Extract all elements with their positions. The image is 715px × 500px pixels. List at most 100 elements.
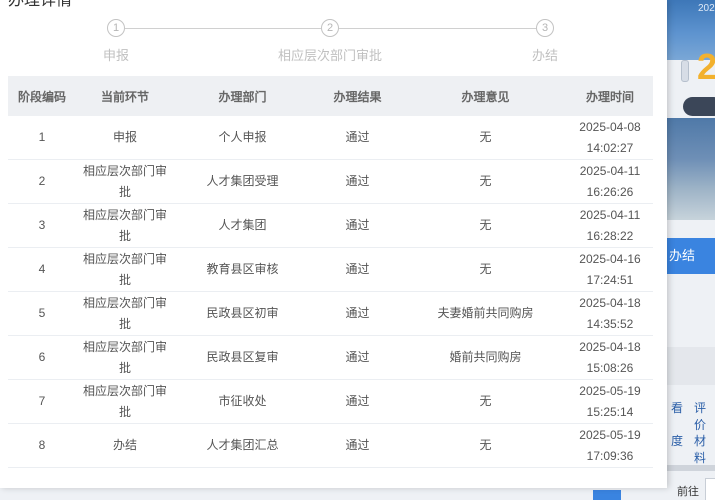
cell-date-text: 2025-04-18 — [579, 339, 641, 354]
cell-department: 民政县区复审 — [174, 335, 311, 380]
step-3-label: 办结 — [531, 48, 559, 63]
table-row: 6 相应层次部门审批 民政县区复审 通过 婚前共同购房 2025-04-18 15… — [8, 335, 653, 380]
table-header-row: 阶段编码 当前环节 办理部门 办理结果 办理意见 办理时间 — [8, 76, 653, 116]
cell-opinion: 无 — [404, 203, 567, 248]
cell-opinion: 无 — [404, 379, 567, 424]
cell-time-text: 14:02:27 — [586, 140, 634, 155]
step-1-circle: 1 — [107, 19, 125, 37]
cell-result: 通过 — [311, 247, 404, 292]
cell-result: 通过 — [311, 116, 404, 160]
cell-time: 2025-05-19 15:25:14 — [567, 379, 653, 424]
cell-code: 6 — [8, 335, 76, 380]
cell-stage: 相应层次部门审批 — [76, 247, 174, 292]
details-dialog: 办理详情 1 2 3 申报 相应层次部门审批 办结 阶段编码 当前环节 办理部门… — [0, 0, 667, 488]
background-scrollbar[interactable] — [667, 465, 715, 471]
cell-opinion: 无 — [404, 423, 567, 468]
cell-code: 7 — [8, 379, 76, 424]
cell-department: 人才集团受理 — [174, 159, 311, 204]
background-goto-input[interactable] — [705, 478, 715, 500]
table-row: 2 相应层次部门审批 人才集团受理 通过 无 2025-04-11 16:26:2… — [8, 159, 653, 204]
cell-department: 个人申报 — [174, 116, 311, 160]
cell-result: 通过 — [311, 335, 404, 380]
column-header-opinion: 办理意见 — [404, 76, 567, 116]
cell-department: 人才集团 — [174, 203, 311, 248]
column-header-department: 办理部门 — [174, 76, 311, 116]
cell-stage: 相应层次部门审批 — [76, 335, 174, 380]
cell-opinion: 无 — [404, 159, 567, 204]
cell-time-text: 14:35:52 — [586, 316, 634, 331]
cell-time: 2025-05-19 17:09:36 — [567, 423, 653, 468]
cell-result: 通过 — [311, 423, 404, 468]
background-pill — [683, 97, 715, 116]
step-3-circle: 3 — [536, 19, 554, 37]
column-header-code: 阶段编码 — [8, 76, 76, 116]
table-row: 4 相应层次部门审批 教育县区审核 通过 无 2025-04-16 17:24:5… — [8, 247, 653, 292]
table-row: 7 相应层次部门审批 市征收处 通过 无 2025-05-19 15:25:14 — [8, 379, 653, 424]
cell-department: 教育县区审核 — [174, 247, 311, 292]
cell-time-text: 17:09:36 — [586, 448, 634, 463]
background-goto-label: 前往 — [677, 486, 699, 498]
cell-department: 市征收处 — [174, 379, 311, 424]
column-header-stage: 当前环节 — [76, 76, 174, 116]
background-picture — [667, 118, 715, 220]
table-row: 5 相应层次部门审批 民政县区初审 通过 夫妻婚前共同购房 2025-04-18… — [8, 291, 653, 336]
column-header-result: 办理结果 — [311, 76, 404, 116]
background-year-text: 202 — [698, 3, 715, 14]
step-connector — [125, 28, 321, 29]
step-1-label: 申报 — [102, 48, 130, 63]
cell-stage: 相应层次部门审批 — [76, 203, 174, 248]
cell-time: 2025-04-16 17:24:51 — [567, 247, 653, 292]
cell-date-text: 2025-05-19 — [579, 383, 641, 398]
cell-department: 民政县区初审 — [174, 291, 311, 336]
cell-stage: 相应层次部门审批 — [76, 159, 174, 204]
cell-result: 通过 — [311, 203, 404, 248]
background-gray-band — [667, 347, 715, 385]
cell-code: 4 — [8, 247, 76, 292]
cell-time: 2025-04-18 14:35:52 — [567, 291, 653, 336]
cell-opinion: 婚前共同购房 — [404, 335, 567, 380]
cell-time-text: 16:26:26 — [586, 184, 634, 199]
table-row: 8 办结 人才集团汇总 通过 无 2025-05-19 17:09:36 — [8, 423, 653, 468]
cell-time-text: 17:24:51 — [586, 272, 634, 287]
cell-date-text: 2025-05-19 — [579, 427, 641, 442]
cell-stage: 相应层次部门审批 — [76, 291, 174, 336]
cell-result: 通过 — [311, 159, 404, 204]
background-status-banner: 办结 — [667, 238, 715, 274]
background-page: 202 2 办结 看 评价 度 材料 前往 — [667, 0, 715, 500]
background-link-materials[interactable]: 材料 — [694, 432, 715, 466]
cell-time: 2025-04-18 15:08:26 — [567, 335, 653, 380]
cell-date-text: 2025-04-08 — [579, 119, 641, 134]
cell-date-text: 2025-04-18 — [579, 295, 641, 310]
cell-date-text: 2025-04-11 — [579, 163, 641, 178]
background-link-view[interactable]: 看 — [671, 399, 683, 416]
cell-time: 2025-04-11 16:26:26 — [567, 159, 653, 204]
step-connector — [339, 28, 536, 29]
cell-time-text: 16:28:22 — [586, 228, 634, 243]
cell-code: 1 — [8, 116, 76, 160]
background-big-digit: 2 — [697, 46, 715, 87]
column-header-time: 办理时间 — [567, 76, 653, 116]
background-blue-button[interactable] — [593, 490, 621, 500]
cell-stage: 相应层次部门审批 — [76, 379, 174, 424]
cell-code: 3 — [8, 203, 76, 248]
table-row: 3 相应层次部门审批 人才集团 通过 无 2025-04-11 16:28:22 — [8, 203, 653, 248]
cell-department: 人才集团汇总 — [174, 423, 311, 468]
cell-stage: 办结 — [76, 423, 174, 468]
progress-steps: 1 2 3 申报 相应层次部门审批 办结 — [0, 0, 667, 70]
cell-result: 通过 — [311, 291, 404, 336]
step-2-label: 相应层次部门审批 — [277, 48, 383, 63]
cell-code: 2 — [8, 159, 76, 204]
cell-result: 通过 — [311, 379, 404, 424]
cell-opinion: 无 — [404, 116, 567, 160]
background-link-progress[interactable]: 度 — [671, 432, 683, 449]
cell-time-text: 15:25:14 — [586, 404, 634, 419]
cell-time: 2025-04-11 16:28:22 — [567, 203, 653, 248]
cell-time: 2025-04-08 14:02:27 — [567, 116, 653, 160]
background-page-bottom — [0, 488, 667, 500]
details-table: 阶段编码 当前环节 办理部门 办理结果 办理意见 办理时间 1 申报 个人申报 … — [8, 76, 653, 468]
cell-date-text: 2025-04-11 — [579, 207, 641, 222]
background-slider-knob — [681, 60, 689, 82]
cell-date-text: 2025-04-16 — [579, 251, 641, 266]
table-row: 1 申报 个人申报 通过 无 2025-04-08 14:02:27 — [8, 116, 653, 160]
background-link-evaluate[interactable]: 评价 — [694, 399, 715, 433]
